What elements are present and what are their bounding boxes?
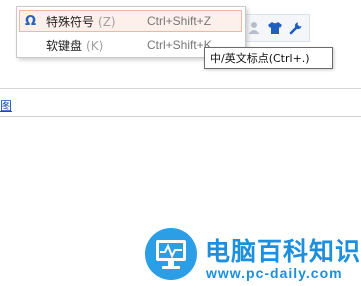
- menu-item-accel-key: (Z): [98, 14, 116, 29]
- divider: [0, 116, 361, 117]
- shirt-icon[interactable]: [266, 19, 284, 37]
- page-link[interactable]: 图: [0, 97, 12, 114]
- tooltip: 中/英文标点(Ctrl+.): [204, 47, 333, 69]
- wrench-icon[interactable]: [287, 19, 305, 37]
- watermark-logo: 电脑百科知识 www.pc-daily.com: [145, 220, 361, 286]
- monitor-logo-icon: [145, 228, 197, 280]
- menu-item-shortcut: Ctrl+Shift+K: [147, 38, 212, 52]
- divider: [0, 88, 361, 89]
- ime-toolbar: [239, 14, 310, 42]
- menu-item-label: 特殊符号 (Z): [46, 14, 116, 29]
- user-icon[interactable]: [245, 19, 263, 37]
- watermark-title: 电脑百科知识: [205, 237, 361, 266]
- menu-item-shortcut: Ctrl+Shift+Z: [147, 14, 212, 28]
- menu-item-special-symbols[interactable]: Ω 特殊符号 (Z) Ctrl+Shift+Z: [19, 10, 242, 32]
- menu-item-accel-key: (K): [86, 38, 104, 53]
- menu-item-label: 软键盘 (K): [46, 38, 104, 53]
- watermark-url: www.pc-daily.com: [206, 265, 343, 281]
- omega-icon: Ω: [25, 13, 37, 29]
